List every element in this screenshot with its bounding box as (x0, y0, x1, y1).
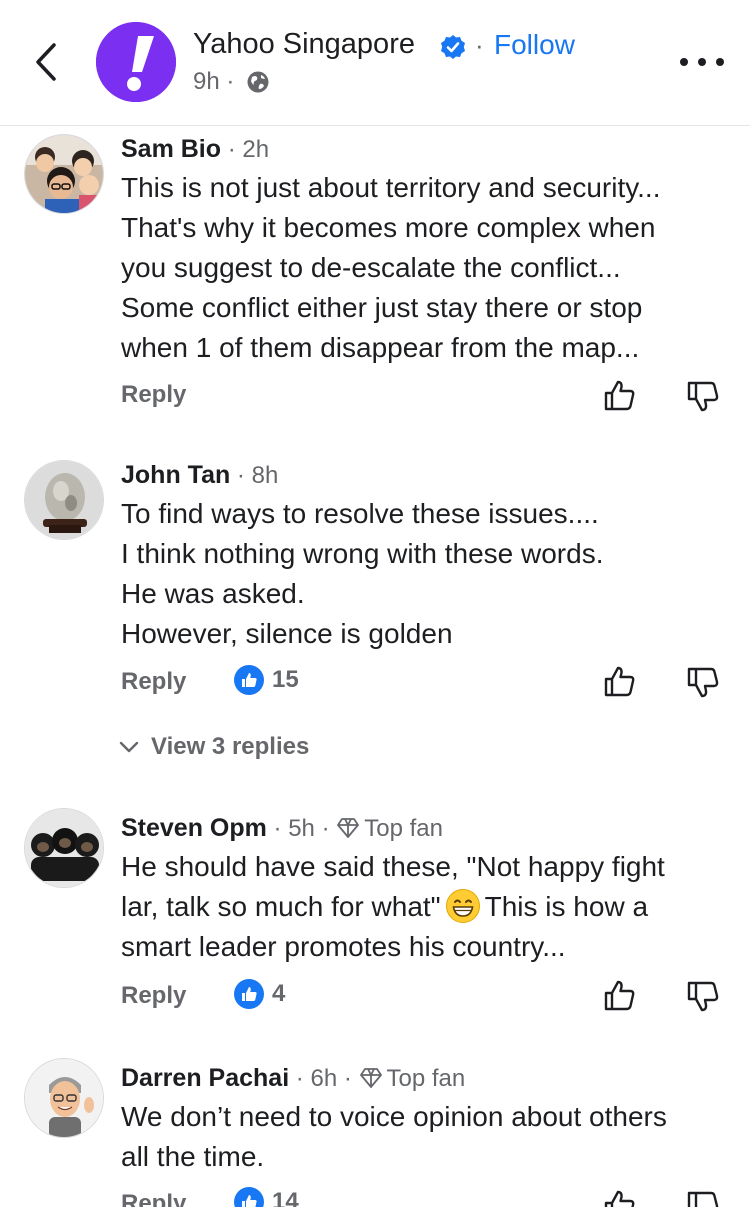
reply-button[interactable]: Reply (121, 668, 186, 696)
view-replies-label: View 3 replies (151, 733, 310, 760)
thumb-down-icon[interactable] (686, 1190, 720, 1207)
comment-time: · 2h (221, 136, 270, 163)
top-fan-badge: Top fan (386, 1065, 466, 1092)
post-header: Yahoo Singapore · Follow 9h · (0, 0, 750, 126)
memoji-avatar (25, 1059, 103, 1137)
comment-line: when 1 of them disappear from the map... (121, 332, 640, 363)
comment-time: · 8h (230, 462, 279, 489)
like-count[interactable]: 14 (234, 1187, 299, 1207)
comment-line: This is not just about territory and sec… (121, 172, 661, 203)
thumb-down-icon[interactable] (686, 380, 720, 414)
like-badge-icon (234, 665, 264, 695)
comments-page: Yahoo Singapore · Follow 9h · Sam Bio · … (0, 0, 750, 1207)
comment-author[interactable]: John Tan (121, 461, 230, 489)
post-time: 9h · (193, 68, 235, 95)
like-count[interactable]: 15 (234, 665, 299, 695)
grin-emoji-icon (445, 889, 480, 923)
comment-line: To find ways to resolve these issues.... (121, 498, 599, 529)
comment-author[interactable]: Sam Bio (121, 135, 221, 163)
avatar[interactable] (24, 134, 104, 214)
comment-header: Sam Bio · 2h (121, 134, 269, 165)
comment-line: He was asked. (121, 578, 305, 609)
follow-button[interactable]: Follow (494, 29, 575, 61)
comment-line: We don’t need to voice opinion about oth… (121, 1101, 667, 1132)
comment-line-part: lar, talk so much for what" (121, 891, 441, 922)
like-badge-icon (234, 979, 264, 1009)
more-icon (680, 58, 688, 66)
chevron-down-icon (119, 741, 139, 753)
avatar[interactable] (24, 1058, 104, 1138)
comment-line-part: This is how a (484, 891, 649, 922)
view-replies-button[interactable]: View 3 replies (119, 733, 309, 761)
comment-text: This is not just about territory and sec… (121, 168, 733, 368)
thumb-up-icon[interactable] (603, 978, 637, 1012)
thumb-down-icon[interactable] (686, 666, 720, 700)
thumb-up-icon[interactable] (603, 378, 637, 412)
reply-button[interactable]: Reply (121, 381, 186, 409)
comment-line: you suggest to de-escalate the conflict.… (121, 252, 621, 283)
like-count-value: 4 (272, 980, 286, 1007)
page-avatar[interactable] (96, 22, 176, 102)
avatar[interactable] (24, 460, 104, 540)
more-options-button[interactable] (680, 48, 724, 76)
page-name[interactable]: Yahoo Singapore (193, 28, 415, 61)
family-photo-avatar (25, 135, 103, 213)
comment-line: He should have said these, "Not happy fi… (121, 851, 665, 882)
chimpanzees-avatar (25, 809, 103, 887)
reply-button[interactable]: Reply (121, 1190, 186, 1207)
reply-button[interactable]: Reply (121, 982, 186, 1010)
comment-author[interactable]: Steven Opm (121, 814, 267, 842)
comment-line: Some conflict either just stay there or … (121, 292, 643, 323)
like-count-value: 15 (272, 666, 299, 693)
thumb-up-icon[interactable] (603, 664, 637, 698)
verified-icon (441, 35, 465, 59)
thumb-up-icon[interactable] (603, 1188, 637, 1207)
back-chevron-icon (36, 43, 56, 81)
comment-line: smart leader promotes his country... (121, 931, 566, 962)
comment-header: John Tan · 8h (121, 460, 278, 491)
yahoo-logo-icon (96, 22, 176, 102)
back-button[interactable] (28, 40, 64, 84)
comment-line: However, silence is golden (121, 618, 453, 649)
top-fan-diamond-icon (337, 818, 360, 838)
comment-line: lar, talk so much for what" This is how a (121, 887, 733, 927)
comment-header: Steven Opm · 5h · Top fan (121, 813, 443, 844)
top-fan-diamond-icon (359, 1068, 382, 1088)
comment-author[interactable]: Darren Pachai (121, 1064, 289, 1092)
comment-text: To find ways to resolve these issues....… (121, 494, 733, 654)
comment-header: Darren Pachai · 6h · Top fan (121, 1063, 465, 1094)
comment-line: I think nothing wrong with these words. (121, 538, 604, 569)
comment-line: That's why it becomes more complex when (121, 212, 656, 243)
like-badge-icon (234, 1187, 264, 1207)
comment-text: We don’t need to voice opinion about oth… (121, 1097, 733, 1177)
globe-icon (247, 71, 269, 93)
comment-time: · 5h · (266, 815, 337, 842)
comment-text: He should have said these, "Not happy fi… (121, 847, 733, 967)
comment-time: · 6h · (289, 1065, 359, 1092)
like-count[interactable]: 4 (234, 979, 285, 1009)
like-count-value: 14 (272, 1188, 299, 1207)
separator-dot: · (475, 30, 484, 60)
stone-sculpture-avatar (25, 461, 103, 539)
top-fan-badge: Top fan (364, 815, 443, 842)
comment-line: all the time. (121, 1141, 265, 1172)
avatar[interactable] (24, 808, 104, 888)
thumb-down-icon[interactable] (686, 980, 720, 1014)
